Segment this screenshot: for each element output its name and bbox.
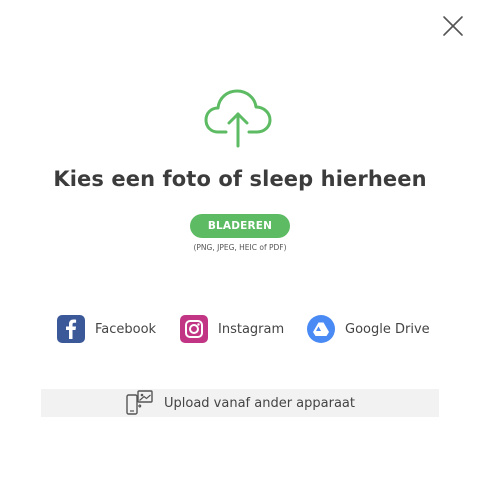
source-facebook-label: Facebook: [95, 321, 157, 337]
formats-hint: (PNG, JPEG, HEIC of PDF): [193, 243, 287, 252]
source-google-drive-label: Google Drive: [345, 321, 430, 337]
google-drive-icon: [307, 315, 335, 343]
source-instagram[interactable]: Instagram: [180, 314, 284, 344]
facebook-icon: [57, 315, 85, 343]
close-icon: [443, 16, 463, 36]
source-facebook[interactable]: Facebook: [57, 314, 156, 344]
upload-from-device-button[interactable]: Upload vanaf ander apparaat: [41, 389, 439, 417]
browse-button[interactable]: BLADEREN: [190, 214, 290, 238]
source-google-drive[interactable]: Google Drive: [307, 314, 430, 344]
upload-from-device-label: Upload vanaf ander apparaat: [163, 395, 355, 411]
instagram-icon: [180, 315, 208, 343]
dialog-title: Kies een foto of sleep hierheen: [53, 167, 427, 191]
cloud-upload-icon: [204, 88, 272, 148]
upload-dialog: Kies een foto of sleep hierheen BLADEREN…: [0, 0, 480, 501]
source-instagram-label: Instagram: [218, 321, 285, 337]
close-button[interactable]: [441, 14, 465, 38]
device-transfer-icon: [125, 389, 155, 417]
